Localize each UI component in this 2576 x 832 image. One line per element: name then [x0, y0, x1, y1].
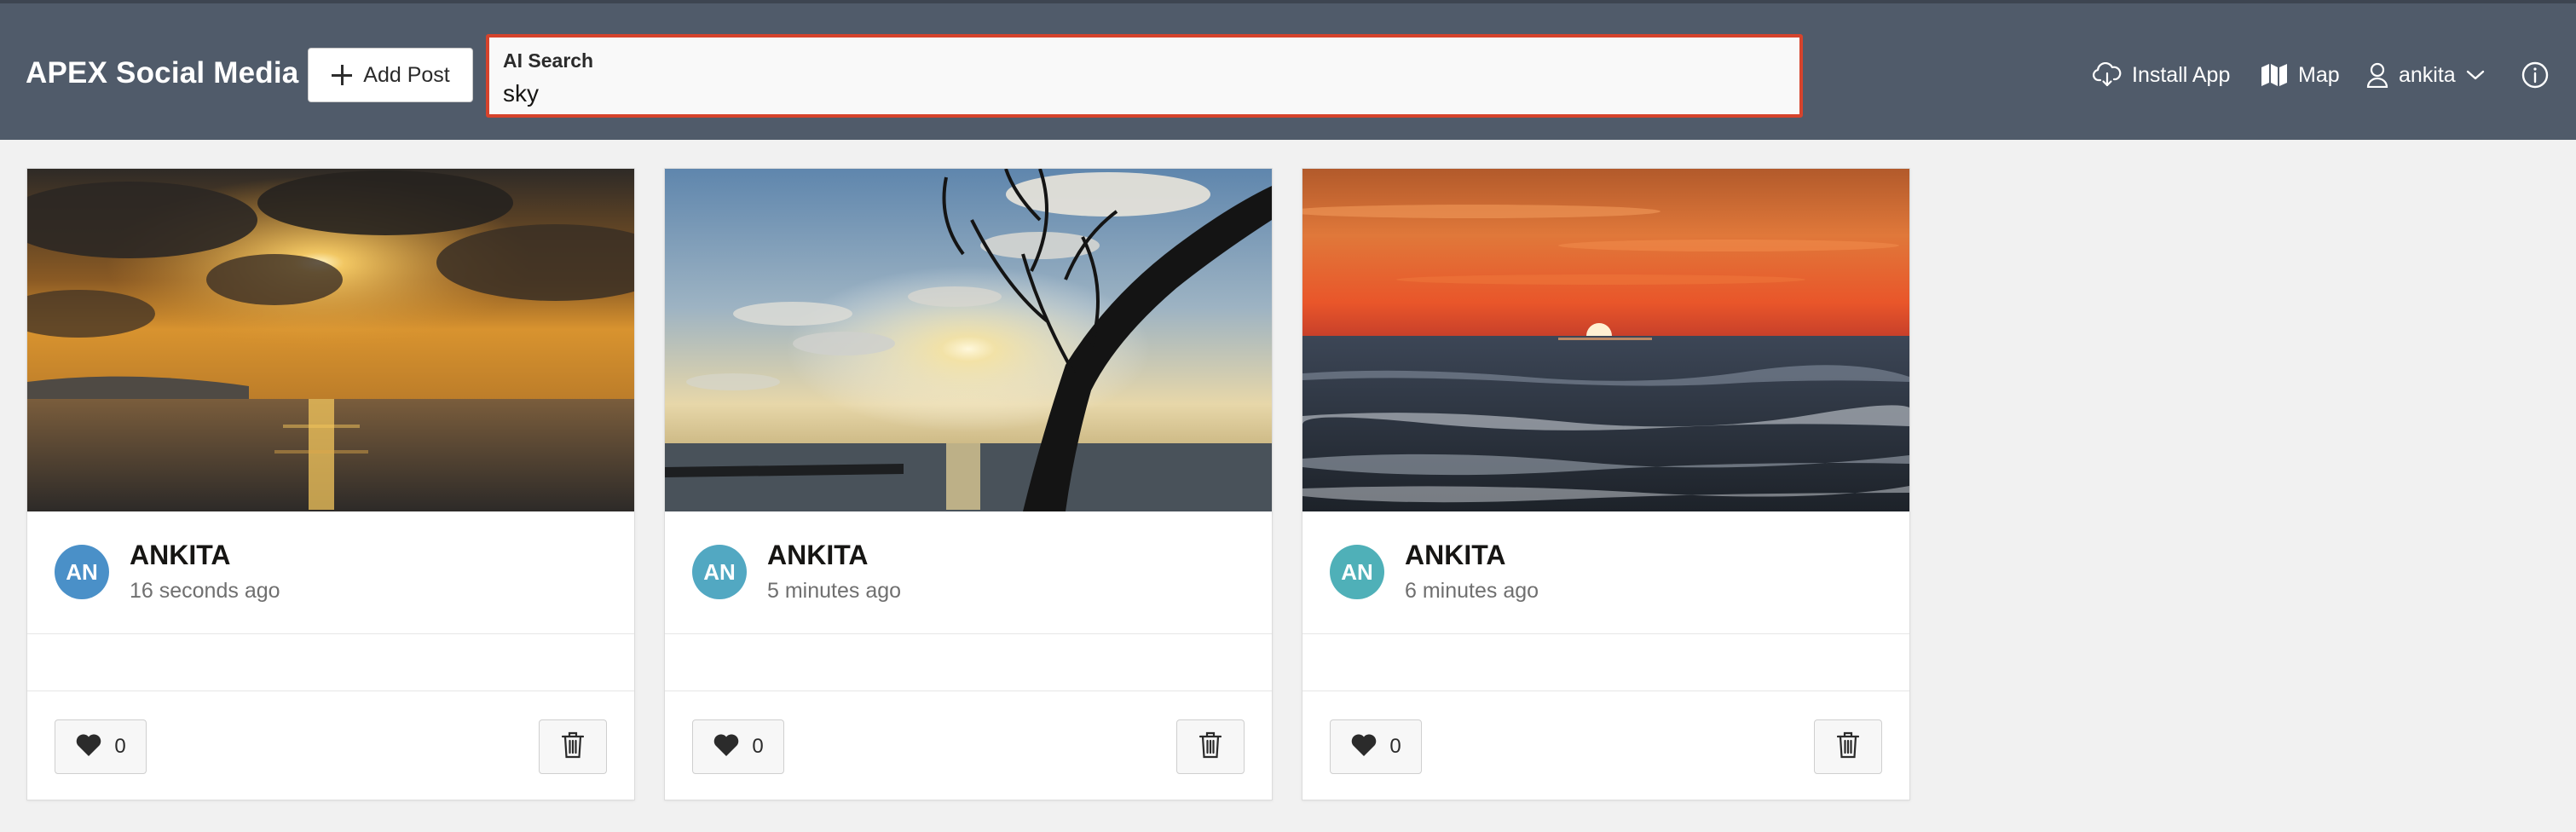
add-post-label: Add Post: [363, 62, 450, 87]
heart-icon: [75, 733, 102, 761]
post-timestamp: 6 minutes ago: [1405, 579, 1539, 603]
avatar: AN: [55, 545, 109, 599]
ai-search-label: AI Search: [503, 49, 594, 72]
post-image-sunset-clouds[interactable]: [27, 169, 634, 511]
like-count: 0: [1389, 735, 1401, 758]
cloud-download-icon: [2093, 62, 2122, 88]
map-button[interactable]: Map: [2261, 58, 2340, 92]
avatar: AN: [692, 545, 747, 599]
divider: [1302, 633, 1909, 634]
ai-search-field[interactable]: AI Search: [486, 34, 1803, 118]
like-button[interactable]: 0: [55, 719, 147, 774]
trash-icon: [1836, 731, 1860, 763]
user-menu[interactable]: ankita: [2366, 58, 2485, 92]
post-author: ANKITA: [767, 540, 869, 570]
divider: [665, 633, 1272, 634]
post-timestamp: 5 minutes ago: [767, 579, 902, 603]
post-author: ANKITA: [130, 540, 231, 570]
heart-icon: [1350, 733, 1378, 761]
post-card: AN ANKITA 6 minutes ago 0: [1302, 168, 1910, 800]
ai-search-input[interactable]: [503, 77, 1696, 111]
trash-icon: [561, 731, 585, 763]
post-card: AN ANKITA 5 minutes ago 0: [664, 168, 1273, 800]
post-timestamp: 16 seconds ago: [130, 579, 280, 603]
install-app-button[interactable]: Install App: [2093, 58, 2230, 92]
install-app-label: Install App: [2132, 62, 2231, 87]
map-label: Map: [2298, 62, 2340, 87]
post-author: ANKITA: [1405, 540, 1506, 570]
add-post-button[interactable]: Add Post: [308, 48, 473, 102]
user-name-label: ankita: [2399, 62, 2456, 87]
like-button[interactable]: 0: [692, 719, 784, 774]
info-button[interactable]: [2521, 58, 2549, 92]
trash-icon: [1198, 731, 1222, 763]
app-title[interactable]: APEX Social Media: [26, 56, 298, 90]
like-button[interactable]: 0: [1330, 719, 1422, 774]
like-count: 0: [752, 735, 764, 758]
user-icon: [2366, 62, 2388, 88]
divider: [665, 690, 1272, 691]
delete-button[interactable]: [1814, 719, 1882, 774]
divider: [1302, 690, 1909, 691]
chevron-down-icon: [2466, 69, 2485, 81]
info-icon: [2521, 61, 2549, 89]
post-image-orange-sunset-sea[interactable]: [1302, 169, 1909, 511]
heart-icon: [713, 733, 740, 761]
map-icon: [2261, 63, 2288, 87]
post-card: AN ANKITA 16 seconds ago 0: [26, 168, 635, 800]
avatar: AN: [1330, 545, 1384, 599]
top-navigation-bar: APEX Social Media Add Post AI Search Ins…: [0, 0, 2576, 140]
plus-icon: [331, 64, 353, 86]
post-image-tree-beach[interactable]: [665, 169, 1272, 511]
delete-button[interactable]: [1176, 719, 1245, 774]
delete-button[interactable]: [539, 719, 607, 774]
divider: [27, 633, 634, 634]
divider: [27, 690, 634, 691]
like-count: 0: [114, 735, 126, 758]
